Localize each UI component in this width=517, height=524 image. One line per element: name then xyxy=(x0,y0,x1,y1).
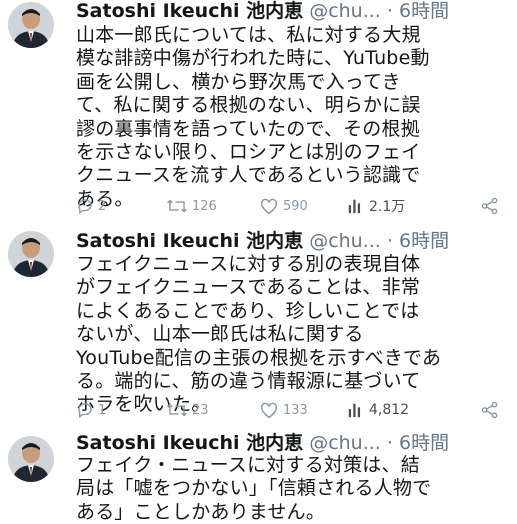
tweet-text: フェイクニュースに対する別の表現自体 がフェイクニュースであることは、非常 によ… xyxy=(76,253,442,416)
tweet-time[interactable]: 6時間 xyxy=(399,230,449,252)
retweet-count: 126 xyxy=(192,198,217,214)
like-button[interactable]: 133 xyxy=(259,401,308,419)
author-name[interactable]: Satoshi Ikeuchi 池内恵 xyxy=(76,432,303,454)
author-handle[interactable]: @chu... xyxy=(309,432,381,454)
views-button[interactable]: 4,812 xyxy=(347,401,409,419)
author-handle[interactable]: @chu... xyxy=(309,0,381,22)
share-button[interactable] xyxy=(481,197,499,215)
avatar[interactable] xyxy=(8,436,54,482)
share-button[interactable] xyxy=(481,401,499,419)
tweet-time[interactable]: 6時間 xyxy=(399,0,449,22)
author-name[interactable]: Satoshi Ikeuchi 池内恵 xyxy=(76,230,303,252)
tweet-header: Satoshi Ikeuchi 池内恵 @chu... · 6時間 xyxy=(76,430,449,456)
retweet-icon xyxy=(166,401,188,419)
like-count: 590 xyxy=(283,198,308,214)
retweet-count: 23 xyxy=(192,402,209,418)
retweet-icon xyxy=(166,197,188,215)
author-handle[interactable]: @chu... xyxy=(309,230,381,252)
heart-icon xyxy=(259,401,279,419)
reply-button[interactable]: 2 xyxy=(76,197,106,215)
tweet-text: 山本一郎氏については、私に対する大規 模な誹謗中傷が行われた時に、YuTube動… xyxy=(76,24,430,210)
reply-icon xyxy=(76,197,94,215)
share-icon xyxy=(481,197,499,215)
heart-icon xyxy=(259,197,279,215)
like-count: 133 xyxy=(283,402,308,418)
bar-chart-icon xyxy=(347,401,365,419)
like-button[interactable]: 590 xyxy=(259,197,308,215)
view-count: 2.1万 xyxy=(369,199,406,215)
tweet-header: Satoshi Ikeuchi 池内恵 @chu... · 6時間 xyxy=(76,228,449,254)
separator-dot: · xyxy=(386,432,393,454)
reply-icon xyxy=(76,401,94,419)
tweet-header: Satoshi Ikeuchi 池内恵 @chu... · 6時間 xyxy=(76,0,449,24)
reply-count: 1 xyxy=(98,402,107,418)
bar-chart-icon xyxy=(347,197,365,215)
reply-button[interactable]: 1 xyxy=(76,401,106,419)
retweet-button[interactable]: 126 xyxy=(166,197,217,215)
tweet-text: フェイク・ニュースに対する対策は、結 局は「嘘をつかない」「信頼される人物で あ… xyxy=(76,454,432,523)
share-icon xyxy=(481,401,499,419)
tweet-actions: 1 23 133 4,812 xyxy=(76,400,506,420)
avatar[interactable] xyxy=(8,2,54,48)
tweet[interactable]: Satoshi Ikeuchi 池内恵 @chu... · 6時間 山本一郎氏に… xyxy=(0,0,517,225)
tweet-time[interactable]: 6時間 xyxy=(399,432,449,454)
author-name[interactable]: Satoshi Ikeuchi 池内恵 xyxy=(76,0,303,22)
reply-count: 2 xyxy=(98,198,107,214)
tweet-actions: 2 126 590 2.1万 xyxy=(76,196,506,216)
separator-dot: · xyxy=(386,0,393,22)
tweet[interactable]: Satoshi Ikeuchi 池内恵 @chu... · 6時間 フェイクニュ… xyxy=(0,225,517,430)
separator-dot: · xyxy=(386,230,393,252)
view-count: 4,812 xyxy=(369,402,410,418)
views-button[interactable]: 2.1万 xyxy=(347,196,405,216)
tweet[interactable]: Satoshi Ikeuchi 池内恵 @chu... · 6時間 フェイク・ニ… xyxy=(0,430,517,523)
avatar[interactable] xyxy=(8,231,54,277)
retweet-button[interactable]: 23 xyxy=(166,401,209,419)
